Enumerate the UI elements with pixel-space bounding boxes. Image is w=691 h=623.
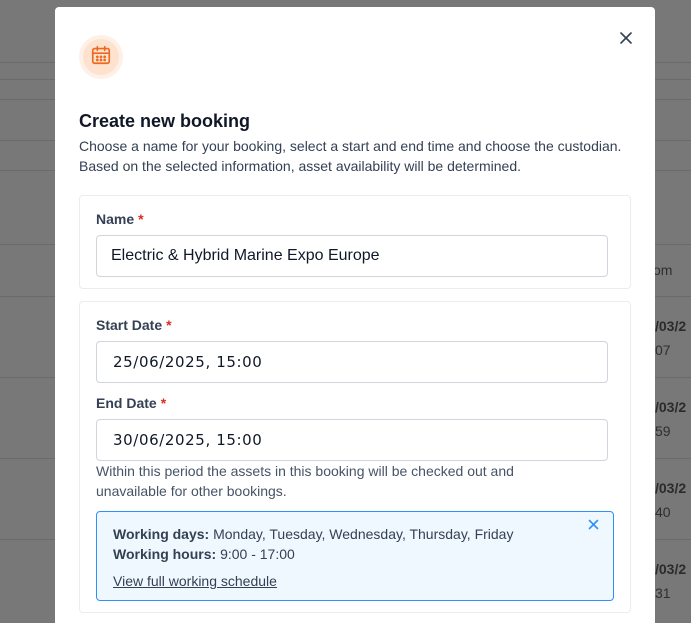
required-mark: *	[138, 211, 144, 227]
working-days-label: Working days:	[113, 526, 210, 542]
start-date-input[interactable]: 25/06/2025, 15:00	[96, 341, 608, 383]
close-dialog-button[interactable]	[615, 29, 637, 51]
booking-name-input[interactable]: Electric & Hybrid Marine Expo Europe	[96, 235, 608, 277]
date-helper-text: Within this period the assets in this bo…	[96, 463, 514, 499]
bg-cell-time: 07	[655, 342, 671, 358]
bg-cell-date: /03/2	[655, 318, 687, 334]
close-icon	[619, 31, 633, 50]
required-mark: *	[166, 317, 172, 333]
working-hours-value: 9:00 - 17:00	[220, 546, 295, 562]
working-days-value: Monday, Tuesday, Wednesday, Thursday, Fr…	[213, 526, 514, 542]
header-icon-badge	[79, 35, 123, 79]
end-date-value: 30/06/2025, 15:00	[113, 431, 263, 449]
dialog-description: Choose a name for your booking, select a…	[79, 138, 622, 174]
bg-cell-date: /03/2	[655, 399, 687, 415]
close-icon	[588, 517, 599, 535]
working-hours-row: Working hours: 9:00 - 17:00	[113, 546, 295, 562]
bg-cell-date: /03/2	[655, 561, 687, 577]
working-days-row: Working days: Monday, Tuesday, Wednesday…	[113, 526, 513, 542]
bg-cell-date: /03/2	[655, 480, 687, 496]
bg-cell-time: 40	[655, 504, 671, 520]
start-date-value: 25/06/2025, 15:00	[113, 353, 263, 371]
bg-cell-time: 59	[655, 423, 671, 439]
start-date-label: Start Date *	[96, 317, 172, 333]
booking-name-value: Electric & Hybrid Marine Expo Europe	[111, 247, 380, 264]
working-schedule-notice: Working days: Monday, Tuesday, Wednesday…	[96, 511, 614, 601]
calendar-icon	[90, 44, 112, 71]
dates-section: Start Date * 25/06/2025, 15:00 End Date * …	[79, 301, 631, 613]
name-label: Name *	[96, 211, 144, 227]
create-booking-dialog: Create new booking Choose a name for you…	[55, 7, 655, 623]
dialog-title: Create new booking	[79, 111, 251, 131]
end-date-label: End Date *	[96, 395, 167, 411]
dismiss-notice-button[interactable]	[585, 518, 601, 534]
bg-cell-text: om	[653, 262, 673, 278]
view-working-schedule-link[interactable]: View full working schedule	[113, 573, 277, 589]
name-section: Name * Electric & Hybrid Marine Expo Euro…	[79, 195, 631, 289]
working-hours-label: Working hours:	[113, 546, 217, 562]
end-date-input[interactable]: 30/06/2025, 15:00	[96, 419, 608, 461]
bg-cell-time: 31	[655, 585, 671, 601]
required-mark: *	[160, 395, 167, 411]
